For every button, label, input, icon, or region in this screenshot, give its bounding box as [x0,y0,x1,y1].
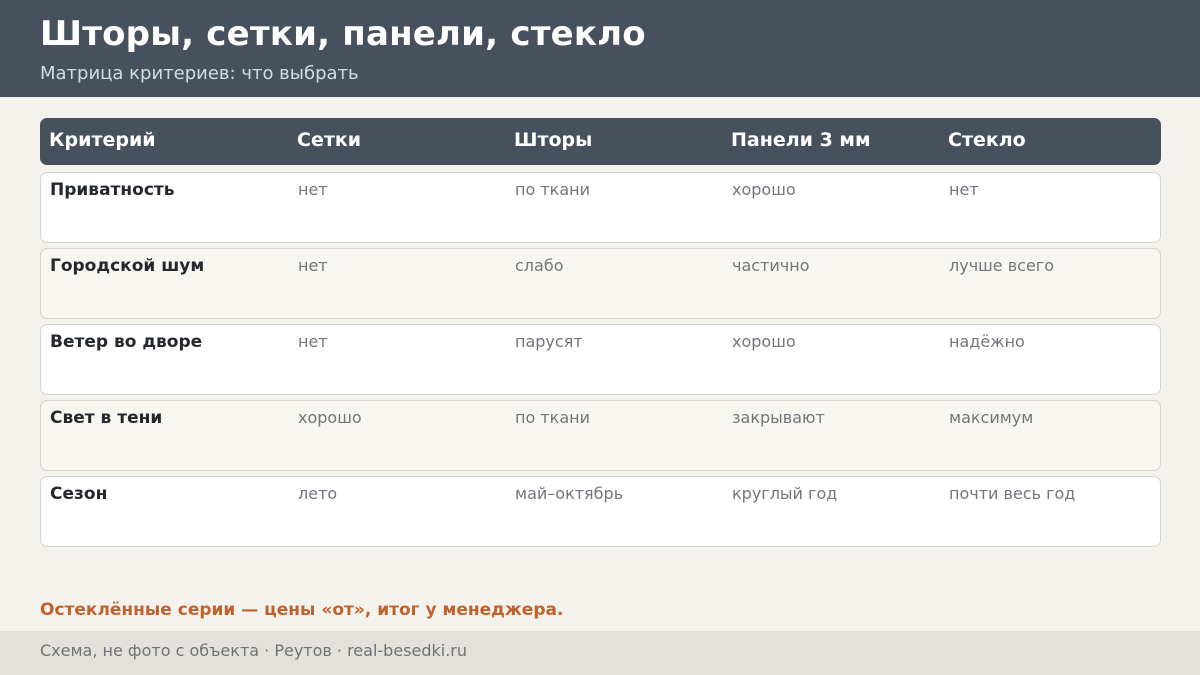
row-label: Сезон [50,484,108,504]
cell-glass: надёжно [949,332,1025,351]
page-title: Шторы, сетки, панели, стекло [40,14,646,54]
price-note: Остеклённые серии — цены «от», итог у ме… [40,600,564,620]
cell-nets: лето [298,484,338,503]
cell-glass: нет [949,180,979,199]
cell-glass: максимум [949,408,1034,427]
table-header-row: Критерий Сетки Шторы Панели 3 мм Стекло [40,118,1161,165]
cell-curtains: май–октябрь [515,484,624,503]
column-header-glass: Стекло [948,129,1026,151]
table-row: Сезон лето май–октябрь круглый год почти… [40,476,1161,547]
cell-nets: нет [298,256,328,275]
row-label: Свет в тени [50,408,163,428]
cell-panels: хорошо [732,332,796,351]
cell-panels: круглый год [732,484,838,503]
page-subtitle: Матрица критериев: что выбрать [40,63,359,84]
page-header: Шторы, сетки, панели, стекло Матрица кри… [0,0,1200,97]
cell-curtains: по ткани [515,408,590,427]
table-row: Приватность нет по ткани хорошо нет [40,172,1161,243]
cell-panels: закрывают [732,408,825,427]
cell-curtains: парусят [515,332,583,351]
cell-glass: лучше всего [949,256,1054,275]
cell-curtains: по ткани [515,180,590,199]
table-row: Ветер во дворе нет парусят хорошо надёжн… [40,324,1161,395]
cell-curtains: слабо [515,256,564,275]
column-header-panels: Панели 3 мм [731,129,871,151]
row-label: Городской шум [50,256,205,276]
table-row: Городской шум нет слабо частично лучше в… [40,248,1161,319]
cell-glass: почти весь год [949,484,1076,503]
row-label: Ветер во дворе [50,332,203,352]
column-header-criterion: Критерий [49,129,156,151]
column-header-nets: Сетки [297,129,362,151]
table-row: Свет в тени хорошо по ткани закрывают ма… [40,400,1161,471]
row-label: Приватность [50,180,175,200]
cell-panels: частично [732,256,810,275]
cell-nets: хорошо [298,408,362,427]
column-header-curtains: Шторы [514,129,593,151]
cell-nets: нет [298,180,328,199]
footer-text: Схема, не фото с объекта · Реутов · real… [40,641,468,660]
page-footer: Схема, не фото с объекта · Реутов · real… [0,631,1200,675]
cell-panels: хорошо [732,180,796,199]
cell-nets: нет [298,332,328,351]
